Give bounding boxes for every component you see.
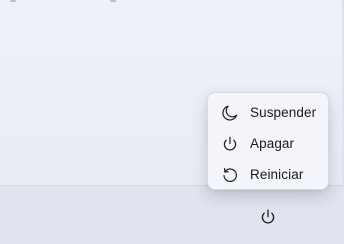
menu-item-apagar[interactable]: Apagar xyxy=(208,128,328,159)
menu-item-suspender[interactable]: Suspender xyxy=(208,97,328,128)
power-button[interactable] xyxy=(254,203,282,231)
start-menu-footer xyxy=(0,185,344,244)
power-icon xyxy=(220,134,239,153)
top-edge-marks xyxy=(0,0,344,2)
menu-item-label: Suspender xyxy=(250,105,317,120)
menu-item-label: Apagar xyxy=(250,136,295,151)
power-menu: Suspender Apagar Reiniciar xyxy=(207,92,329,190)
menu-item-reiniciar[interactable]: Reiniciar xyxy=(208,159,328,190)
power-icon xyxy=(261,209,275,224)
menu-item-label: Reiniciar xyxy=(250,167,304,182)
restart-icon xyxy=(220,165,239,184)
moon-icon xyxy=(220,103,239,122)
